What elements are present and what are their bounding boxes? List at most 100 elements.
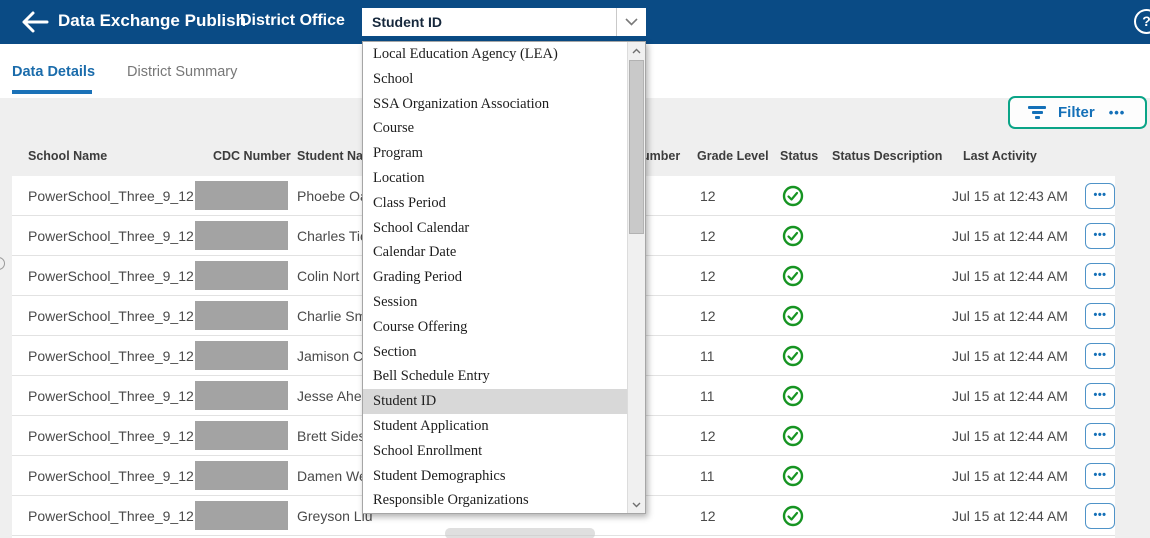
- dropdown-option[interactable]: Calendar Date: [363, 240, 627, 265]
- status-success-icon: [782, 265, 804, 287]
- cell-student-name: Jesse Ahea: [297, 376, 369, 416]
- dropdown-option[interactable]: Program: [363, 141, 627, 166]
- dropdown-option[interactable]: Course Offering: [363, 315, 627, 340]
- tab-district-summary[interactable]: District Summary: [127, 64, 237, 80]
- column-header-status[interactable]: Status: [780, 140, 818, 172]
- cdc-number-redaction: [195, 381, 288, 410]
- cdc-number-redaction: [195, 501, 288, 530]
- dropdown-option[interactable]: Student ID: [363, 389, 627, 414]
- filter-button-label: Filter: [1058, 104, 1095, 121]
- dropdown-option[interactable]: Class Period: [363, 191, 627, 216]
- dropdown-option[interactable]: Grading Period: [363, 265, 627, 290]
- status-success-icon: [782, 345, 804, 367]
- status-success-icon: [782, 185, 804, 207]
- cell-student-name: Charlie Sm: [297, 296, 366, 336]
- cell-grade-level: 11: [700, 336, 715, 376]
- cell-student-name: Brett Sides: [297, 416, 365, 456]
- cdc-number-redaction: [195, 221, 288, 250]
- scroll-down-icon[interactable]: [628, 496, 645, 513]
- row-actions-button[interactable]: •••: [1085, 423, 1115, 449]
- column-header-status-description[interactable]: Status Description: [832, 140, 942, 172]
- clipped-edge-element: [0, 257, 5, 270]
- dropdown-option[interactable]: Bell Schedule Entry: [363, 364, 627, 389]
- dropdown-option[interactable]: Session: [363, 290, 627, 315]
- row-actions-button[interactable]: •••: [1085, 303, 1115, 329]
- row-actions-button[interactable]: •••: [1085, 183, 1115, 209]
- cdc-number-redaction: [195, 461, 288, 490]
- column-header-cdc-number[interactable]: CDC Number: [213, 140, 291, 172]
- entity-dropdown-list: Local Education Agency (LEA)SchoolSSA Or…: [363, 42, 627, 513]
- row-actions-button[interactable]: •••: [1085, 343, 1115, 369]
- dropdown-option[interactable]: Student Application: [363, 414, 627, 439]
- cell-school-name: PowerSchool_Three_9_12: [28, 216, 194, 256]
- cell-last-activity: Jul 15 at 12:44 AM: [952, 416, 1068, 456]
- cell-school-name: PowerSchool_Three_9_12: [28, 176, 194, 216]
- cdc-number-redaction: [195, 261, 288, 290]
- cell-last-activity: Jul 15 at 12:44 AM: [952, 336, 1068, 376]
- cell-last-activity: Jul 15 at 12:43 AM: [952, 176, 1068, 216]
- student-number-redaction: [445, 528, 595, 538]
- row-actions-button[interactable]: •••: [1085, 263, 1115, 289]
- tab-data-details[interactable]: Data Details: [12, 64, 95, 80]
- cdc-number-redaction: [195, 421, 288, 450]
- chevron-down-icon: [616, 8, 646, 36]
- dropdown-option[interactable]: Student Demographics: [363, 464, 627, 489]
- dropdown-option[interactable]: School: [363, 67, 627, 92]
- cell-grade-level: 12: [700, 176, 716, 216]
- cell-last-activity: Jul 15 at 12:44 AM: [952, 256, 1068, 296]
- entity-select[interactable]: Student ID: [362, 8, 646, 36]
- status-success-icon: [782, 505, 804, 527]
- cell-student-name: Colin Nort: [297, 256, 359, 296]
- help-icon[interactable]: ?: [1134, 9, 1150, 34]
- cell-school-name: PowerSchool_Three_9_12: [28, 296, 194, 336]
- dropdown-scrollbar[interactable]: [627, 42, 645, 513]
- column-header-school-name[interactable]: School Name: [28, 140, 107, 172]
- cell-last-activity: Jul 15 at 12:44 AM: [952, 376, 1068, 416]
- row-actions-button[interactable]: •••: [1085, 463, 1115, 489]
- status-success-icon: [782, 305, 804, 327]
- filter-more-button[interactable]: •••: [1109, 105, 1126, 120]
- dropdown-option[interactable]: Responsible Organizations: [363, 488, 627, 513]
- row-actions-button[interactable]: •••: [1085, 503, 1115, 529]
- column-header-grade-level[interactable]: Grade Level: [697, 140, 769, 172]
- status-success-icon: [782, 385, 804, 407]
- row-actions-button[interactable]: •••: [1085, 383, 1115, 409]
- page-title: Data Exchange Publish: [58, 11, 246, 31]
- scroll-up-icon[interactable]: [628, 42, 645, 59]
- back-arrow-icon[interactable]: [20, 10, 50, 34]
- cell-grade-level: 12: [700, 216, 716, 256]
- cell-last-activity: Jul 15 at 12:44 AM: [952, 216, 1068, 256]
- dropdown-option[interactable]: SSA Organization Association: [363, 92, 627, 117]
- entity-dropdown: Local Education Agency (LEA)SchoolSSA Or…: [362, 41, 646, 514]
- filter-button[interactable]: Filter •••: [1008, 96, 1147, 129]
- scrollbar-thumb[interactable]: [629, 60, 644, 234]
- app-window: Data Exchange Publish District Office St…: [0, 0, 1150, 538]
- cell-grade-level: 12: [700, 496, 716, 536]
- dropdown-option[interactable]: School Calendar: [363, 216, 627, 241]
- cdc-number-redaction: [195, 341, 288, 370]
- dropdown-option[interactable]: Location: [363, 166, 627, 191]
- cell-last-activity: Jul 15 at 12:44 AM: [952, 296, 1068, 336]
- cell-school-name: PowerSchool_Three_9_12: [28, 336, 194, 376]
- cell-student-name: Charles Tic: [297, 216, 367, 256]
- cell-student-name: Phoebe Oa: [297, 176, 368, 216]
- filter-icon: [1028, 106, 1046, 119]
- dropdown-option[interactable]: Section: [363, 340, 627, 365]
- cell-school-name: PowerSchool_Three_9_12: [28, 496, 194, 536]
- cell-grade-level: 12: [700, 416, 716, 456]
- cell-school-name: PowerSchool_Three_9_12: [28, 456, 194, 496]
- cell-grade-level: 11: [700, 376, 715, 416]
- cell-grade-level: 12: [700, 256, 716, 296]
- cell-last-activity: Jul 15 at 12:44 AM: [952, 496, 1068, 536]
- top-bar: Data Exchange Publish District Office St…: [0, 0, 1150, 44]
- row-actions-button[interactable]: •••: [1085, 223, 1115, 249]
- column-header-last-activity[interactable]: Last Activity: [963, 140, 1037, 172]
- cdc-number-redaction: [195, 181, 288, 210]
- context-title: District Office: [240, 12, 345, 30]
- dropdown-option[interactable]: Local Education Agency (LEA): [363, 42, 627, 67]
- active-tab-underline: [12, 90, 92, 94]
- dropdown-option[interactable]: School Enrollment: [363, 439, 627, 464]
- entity-select-value: Student ID: [362, 14, 616, 30]
- dropdown-option[interactable]: Course: [363, 116, 627, 141]
- cell-grade-level: 12: [700, 296, 716, 336]
